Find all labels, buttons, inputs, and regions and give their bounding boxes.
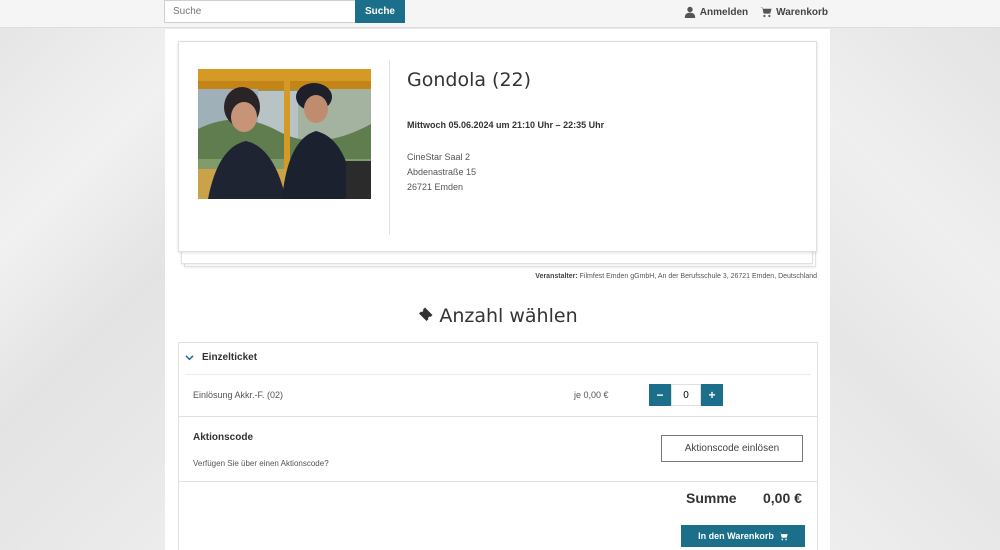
event-card: Gondola (22) Mittwoch 05.06.2024 um 21:1… bbox=[178, 41, 817, 252]
cart-icon bbox=[778, 532, 788, 540]
chevron-down-icon bbox=[185, 355, 194, 361]
quantity-input[interactable] bbox=[671, 384, 701, 406]
card-divider bbox=[389, 60, 390, 235]
redeem-promo-button[interactable]: Aktionscode einlösen bbox=[661, 435, 803, 462]
decrease-button[interactable]: − bbox=[649, 384, 671, 406]
venue-city: 26721 Emden bbox=[407, 182, 464, 192]
login-link[interactable]: Anmelden bbox=[684, 6, 748, 18]
ticket-category-label: Einzelticket bbox=[202, 352, 258, 363]
cart-icon bbox=[760, 7, 772, 18]
sum-label: Summe bbox=[686, 490, 737, 506]
quantity-section-title: Anzahl wählen bbox=[165, 305, 830, 327]
ticket-price: je 0,00 € bbox=[574, 390, 609, 400]
promo-question: Verfügen Sie über einen Aktionscode? bbox=[193, 459, 329, 468]
cart-link[interactable]: Warenkorb bbox=[760, 6, 828, 18]
background-decoration-left bbox=[0, 0, 165, 550]
login-label: Anmelden bbox=[699, 6, 749, 18]
venue-street: Abdenastraße 15 bbox=[407, 167, 477, 177]
ticket-name: Einlösung Akkr.-F. (02) bbox=[193, 390, 284, 400]
divider bbox=[185, 374, 811, 375]
divider bbox=[179, 481, 817, 482]
event-datetime: Mittwoch 05.06.2024 um 21:10 Uhr – 22:35… bbox=[407, 120, 605, 130]
ticket-category-toggle[interactable]: Einzelticket bbox=[185, 352, 257, 363]
search-button[interactable]: Suche bbox=[355, 0, 405, 23]
increase-button[interactable]: + bbox=[701, 384, 723, 406]
background-decoration-right bbox=[830, 0, 1000, 550]
event-poster bbox=[198, 69, 371, 199]
poster-image bbox=[198, 69, 371, 199]
top-bar: Suche Anmelden Warenkorb bbox=[0, 0, 1000, 28]
add-to-cart-button[interactable]: In den Warenkorb bbox=[681, 525, 805, 547]
organizer-label: Veranstalter: bbox=[535, 273, 578, 280]
add-to-cart-label: In den Warenkorb bbox=[698, 531, 774, 541]
user-nav: Anmelden Warenkorb bbox=[684, 6, 828, 18]
promo-title: Aktionscode bbox=[193, 432, 254, 443]
search-bar: Suche bbox=[164, 0, 405, 23]
search-input[interactable] bbox=[164, 0, 355, 23]
sum-value: 0,00 € bbox=[763, 490, 802, 506]
organizer-text: Filmfest Emden gGmbH, An der Berufsschul… bbox=[579, 273, 817, 280]
event-title: Gondola (22) bbox=[407, 69, 532, 91]
cart-label: Warenkorb bbox=[776, 6, 828, 18]
venue-address: CineStar Saal 2 Abdenastraße 15 26721 Em… bbox=[407, 150, 476, 195]
user-icon bbox=[684, 6, 695, 18]
ticket-icon bbox=[419, 307, 433, 321]
venue-name: CineStar Saal 2 bbox=[407, 152, 471, 162]
ticket-panel: Einzelticket Einlösung Akkr.-F. (02) je … bbox=[178, 342, 818, 550]
divider bbox=[179, 416, 817, 417]
event-card-stack: Gondola (22) Mittwoch 05.06.2024 um 21:1… bbox=[178, 41, 818, 268]
quantity-stepper: − + bbox=[649, 384, 723, 406]
main-panel: Gondola (22) Mittwoch 05.06.2024 um 21:1… bbox=[165, 29, 830, 550]
section-title-text: Anzahl wählen bbox=[439, 305, 578, 327]
organizer-info: Veranstalter: Filmfest Emden gGmbH, An d… bbox=[535, 273, 817, 280]
